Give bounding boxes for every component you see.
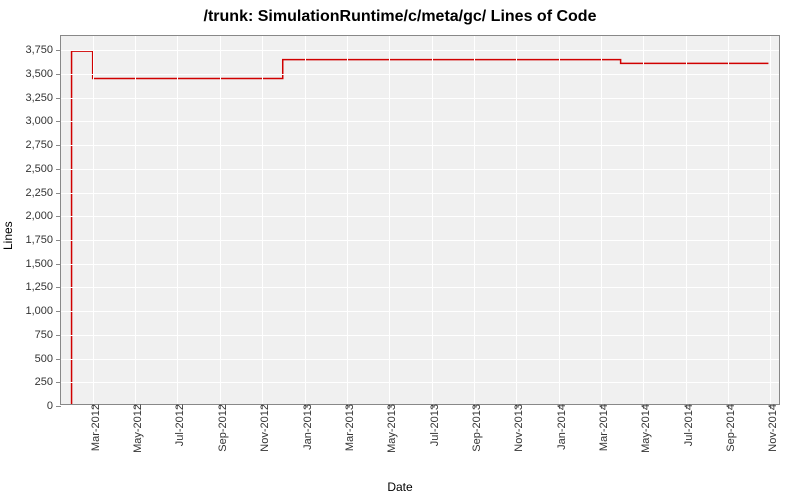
x-tick-label: Sep-2013 bbox=[465, 404, 483, 452]
x-tick-label: May-2013 bbox=[380, 404, 398, 453]
x-tick-label: Mar-2012 bbox=[84, 404, 102, 451]
x-axis-label: Date bbox=[0, 480, 800, 494]
x-tick-label: Jul-2013 bbox=[423, 404, 441, 446]
y-tick-label: 3,250 bbox=[25, 92, 61, 104]
x-tick-label: Nov-2012 bbox=[253, 404, 271, 452]
x-tick-label: Nov-2013 bbox=[507, 404, 525, 452]
y-tick-label: 3,000 bbox=[25, 115, 61, 127]
y-tick-label: 0 bbox=[47, 400, 61, 412]
y-tick-label: 2,000 bbox=[25, 210, 61, 222]
y-tick-label: 1,250 bbox=[25, 281, 61, 293]
y-tick-label: 1,750 bbox=[25, 234, 61, 246]
y-tick-label: 1,000 bbox=[25, 305, 61, 317]
x-tick-label: May-2014 bbox=[634, 404, 652, 453]
y-tick-label: 750 bbox=[35, 329, 61, 341]
x-tick-label: Nov-2014 bbox=[761, 404, 779, 452]
chart-title: /trunk: SimulationRuntime/c/meta/gc/ Lin… bbox=[0, 8, 800, 26]
x-tick-label: Jan-2013 bbox=[296, 404, 314, 450]
x-tick-label: Jul-2014 bbox=[677, 404, 695, 446]
y-tick-label: 2,750 bbox=[25, 139, 61, 151]
y-axis-label: Lines bbox=[1, 221, 15, 250]
x-tick-label: Jul-2012 bbox=[168, 404, 186, 446]
line-series bbox=[61, 36, 779, 404]
x-tick-label: Sep-2014 bbox=[719, 404, 737, 452]
x-tick-label: May-2012 bbox=[126, 404, 144, 453]
x-tick-label: Mar-2014 bbox=[592, 404, 610, 451]
y-tick-label: 2,500 bbox=[25, 163, 61, 175]
x-tick-label: Sep-2012 bbox=[211, 404, 229, 452]
y-tick-label: 2,250 bbox=[25, 187, 61, 199]
y-tick-label: 250 bbox=[35, 376, 61, 388]
y-tick-label: 1,500 bbox=[25, 258, 61, 270]
plot-area: 02505007501,0001,2501,5001,7502,0002,250… bbox=[60, 35, 780, 405]
chart-container: /trunk: SimulationRuntime/c/meta/gc/ Lin… bbox=[0, 0, 800, 500]
y-tick-label: 3,500 bbox=[25, 68, 61, 80]
y-tick-label: 3,750 bbox=[25, 44, 61, 56]
y-tick-label: 500 bbox=[35, 353, 61, 365]
x-tick-label: Mar-2013 bbox=[338, 404, 356, 451]
x-tick-label: Jan-2014 bbox=[550, 404, 568, 450]
